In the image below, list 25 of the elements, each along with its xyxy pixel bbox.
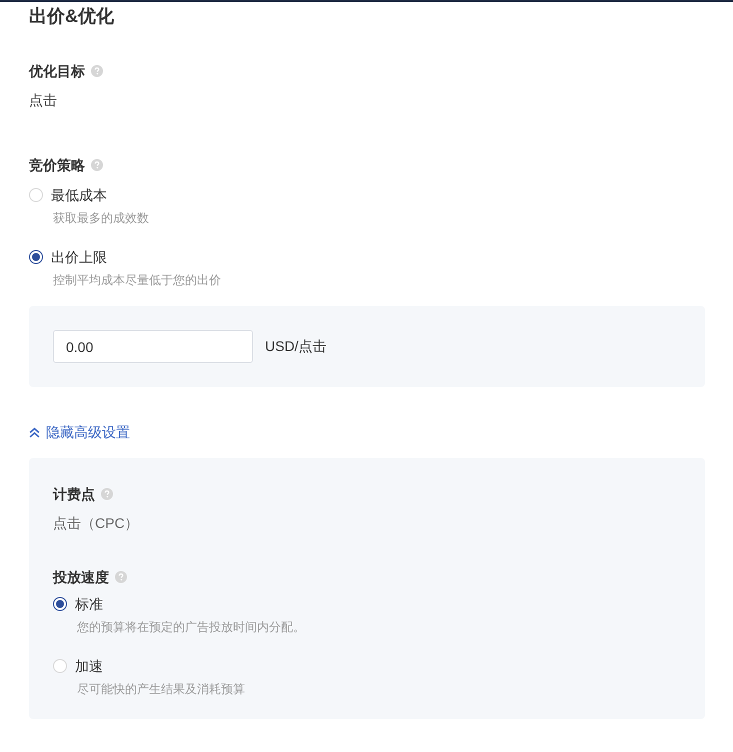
radio-option[interactable]: 标准 <box>53 594 681 614</box>
radio-option[interactable]: 加速 <box>53 656 681 676</box>
help-icon[interactable] <box>115 571 127 583</box>
option-description: 控制平均成本尽量低于您的出价 <box>53 272 222 288</box>
help-icon[interactable] <box>91 65 103 77</box>
section-title: 出价&优化 <box>29 5 115 28</box>
field-value: 点击（CPC） <box>53 514 140 533</box>
field-value: 点击 <box>29 91 58 110</box>
advanced-settings-link[interactable]: 隐藏高级设置 <box>29 422 130 442</box>
option-description: 获取最多的成效数 <box>53 210 150 226</box>
chevron-up-icon <box>29 426 40 438</box>
radio-option[interactable]: 出价上限 <box>29 247 705 267</box>
option-description: 您的预算将在预定的广告投放时间内分配。 <box>77 619 306 635</box>
field-label: 投放速度 <box>53 568 109 587</box>
option-description: 尽可能快的产生结果及消耗预算 <box>77 681 246 697</box>
radio-button[interactable] <box>29 250 43 264</box>
field-label: 优化目标 <box>29 62 85 81</box>
field-label: 竞价策略 <box>29 156 85 175</box>
field-label: 计费点 <box>53 485 95 504</box>
radio-button[interactable] <box>53 597 67 611</box>
help-icon[interactable] <box>91 159 103 171</box>
bid-input[interactable]: 0.00 <box>53 330 253 363</box>
radio-option[interactable]: 最低成本 <box>29 185 705 205</box>
help-icon[interactable] <box>101 488 113 500</box>
unit-label: USD/点击 <box>265 338 326 356</box>
